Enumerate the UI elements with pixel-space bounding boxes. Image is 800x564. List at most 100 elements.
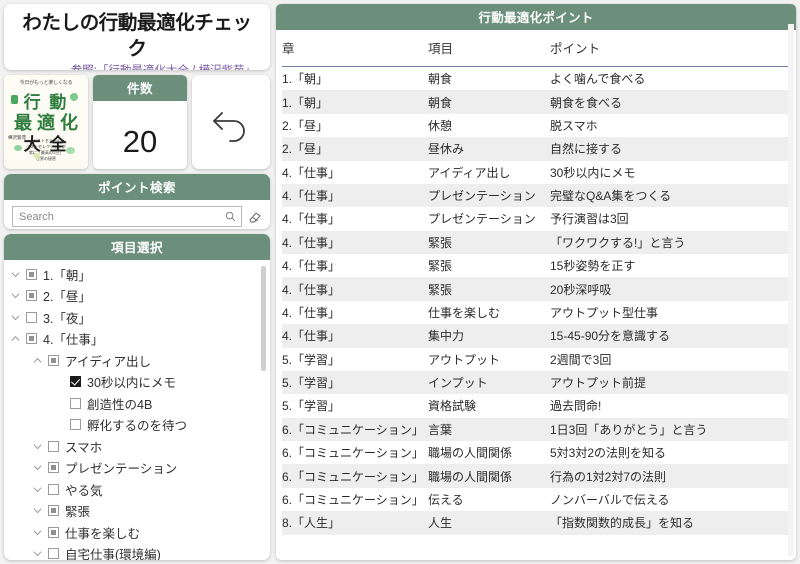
table-row[interactable]: 4.「仕事」 アイディア出し 30秒以内にメモ: [282, 161, 790, 184]
tree-item[interactable]: 4.「仕事」: [4, 328, 270, 350]
chevron-down-icon[interactable]: [8, 290, 23, 301]
tree-item-checkbox[interactable]: [45, 462, 61, 474]
points-table-wrap[interactable]: 章 項目 ポイント 1.「朝」 朝食 よく噛んで食べる 1.「朝」 朝食 朝食を食べる 2.…: [276, 30, 796, 560]
table-row[interactable]: 6.「コミュニケーション」 職場の人間関係 行為の1対2対7の法則: [282, 464, 790, 488]
magnifier-icon[interactable]: [225, 211, 236, 222]
table-row[interactable]: 1.「朝」 朝食 朝食を食べる: [282, 90, 790, 114]
tree-item-checkbox[interactable]: [45, 354, 61, 366]
checkbox-partial[interactable]: [47, 354, 59, 366]
cell-point: ノンバーバルで伝える: [550, 492, 670, 507]
tree-item-checkbox[interactable]: [45, 548, 61, 560]
checkbox-partial[interactable]: [25, 333, 37, 345]
table-scrollbar[interactable]: [788, 24, 794, 556]
table-row[interactable]: 6.「コミュニケーション」 言葉 1日3回「ありがとう」と言う: [282, 417, 790, 441]
tree-item-label: 創造性の4B: [87, 397, 153, 412]
table-header-row: 章 項目 ポイント: [282, 30, 790, 67]
tree-item-checkbox[interactable]: [23, 268, 39, 280]
tree-item-checkbox[interactable]: [23, 311, 39, 323]
tree-item-checkbox[interactable]: [45, 440, 61, 452]
checkbox-partial[interactable]: [47, 505, 59, 517]
tree-item-checkbox[interactable]: [67, 397, 83, 409]
checkbox-partial[interactable]: [25, 268, 37, 280]
tree-item[interactable]: 孵化するのを待つ: [4, 414, 270, 436]
cell-chapter: 6.「コミュニケーション」: [282, 492, 424, 507]
table-row[interactable]: 4.「仕事」 プレゼンテーション 予行演習は3回: [282, 207, 790, 230]
tree-item[interactable]: スマホ: [4, 436, 270, 458]
column-header-chapter[interactable]: 章: [282, 30, 428, 67]
checkbox-checked[interactable]: [69, 376, 81, 388]
tree-item[interactable]: 仕事を楽しむ: [4, 522, 270, 544]
tree-item[interactable]: 2.「昼」: [4, 285, 270, 307]
tree-item-checkbox[interactable]: [23, 333, 39, 345]
table-row[interactable]: 6.「コミュニケーション」 伝える ノンバーバルで伝える: [282, 488, 790, 511]
cell-chapter: 4.「仕事」: [282, 165, 341, 180]
tree-item-checkbox[interactable]: [67, 419, 83, 431]
table-row[interactable]: 4.「仕事」 集中力 15-45-90分を意識する: [282, 324, 790, 348]
chevron-down-icon[interactable]: [30, 548, 45, 559]
chevron-up-icon[interactable]: [30, 355, 45, 366]
cell-item: プレゼンテーション: [428, 212, 536, 227]
book-tagline: 今日がもっと楽しくなる: [19, 80, 73, 87]
reference-link[interactable]: 「行動最適化大全 / 樺沢紫苑」: [97, 65, 256, 71]
eraser-icon[interactable]: [248, 210, 262, 224]
tree-item-checkbox[interactable]: [23, 290, 39, 302]
table-row[interactable]: 4.「仕事」 仕事を楽しむ アウトプット型仕事: [282, 301, 790, 324]
tree-item-label: 孵化するのを待つ: [87, 419, 188, 434]
checkbox-unchecked[interactable]: [47, 548, 59, 560]
cell-chapter: 6.「コミュニケーション」: [282, 422, 424, 437]
tree-item[interactable]: 30秒以内にメモ: [4, 371, 270, 393]
checkbox-unchecked[interactable]: [47, 483, 59, 495]
table-row[interactable]: 4.「仕事」 プレゼンテーション 完璧なQ&A集をつくる: [282, 183, 790, 208]
chevron-down-icon[interactable]: [8, 269, 23, 280]
table-row[interactable]: 4.「仕事」 緊張 20秒深呼吸: [282, 277, 790, 301]
checkbox-partial[interactable]: [47, 462, 59, 474]
tree-item-checkbox[interactable]: [45, 505, 61, 517]
tree-list: 1.「朝」 2.「昼」 3.「夜」 4.「仕事」アイディア出し 30秒以内にメモ創造性の…: [4, 264, 270, 560]
chevron-down-icon[interactable]: [8, 312, 23, 323]
checkbox-unchecked[interactable]: [47, 440, 59, 452]
table-row[interactable]: 5.「学習」 インプット アウトプット前提: [282, 370, 790, 395]
chevron-down-icon[interactable]: [30, 484, 45, 495]
tree-item[interactable]: 自宅仕事(環境編): [4, 543, 270, 560]
chevron-up-icon[interactable]: [8, 333, 23, 344]
tree-item[interactable]: やる気: [4, 479, 270, 501]
tree-item-label: アイディア出し: [65, 354, 152, 369]
undo-button[interactable]: [192, 75, 270, 170]
table-row[interactable]: 2.「昼」 昼休み 自然に接する: [282, 137, 790, 161]
table-row[interactable]: 8.「人生」 人生 「指数関数的成長」を知る: [282, 511, 790, 535]
table-row[interactable]: 4.「仕事」 緊張 15秒姿勢を正す: [282, 254, 790, 277]
table-row[interactable]: 6.「コミュニケーション」 職場の人間関係 5対3対2の法則を知る: [282, 441, 790, 464]
checkbox-partial[interactable]: [25, 290, 37, 302]
tree-scroll-area[interactable]: 1.「朝」 2.「昼」 3.「夜」 4.「仕事」アイディア出し 30秒以内にメモ創造性の…: [4, 260, 270, 560]
tree-item[interactable]: 3.「夜」: [4, 307, 270, 329]
cell-item: 職場の人間関係: [428, 469, 513, 484]
tree-scrollbar[interactable]: [261, 264, 266, 560]
tree-item-checkbox[interactable]: [45, 483, 61, 495]
tree-item[interactable]: アイディア出し: [4, 350, 270, 372]
tree-item-checkbox[interactable]: [67, 376, 83, 388]
search-input-wrap[interactable]: [12, 206, 242, 228]
table-row[interactable]: 2.「昼」 休憩 脱スマホ: [282, 114, 790, 137]
table-row[interactable]: 1.「朝」 朝食 よく噛んで食べる: [282, 67, 790, 91]
checkbox-unchecked[interactable]: [25, 311, 37, 323]
checkbox-unchecked[interactable]: [69, 397, 81, 409]
table-row[interactable]: 5.「学習」 アウトプット 2週間で3回: [282, 348, 790, 371]
chevron-down-icon[interactable]: [30, 441, 45, 452]
chevron-down-icon[interactable]: [30, 505, 45, 516]
tree-item-checkbox[interactable]: [45, 526, 61, 538]
tree-item[interactable]: 創造性の4B: [4, 393, 270, 415]
table-row[interactable]: 4.「仕事」 緊張 「ワクワクする!」と言う: [282, 230, 790, 254]
search-input[interactable]: [13, 207, 241, 227]
tree-item[interactable]: プレゼンテーション: [4, 457, 270, 479]
chevron-down-icon[interactable]: [30, 462, 45, 473]
table-row[interactable]: 5.「学習」 資格試験 過去問命!: [282, 394, 790, 417]
checkbox-unchecked[interactable]: [69, 419, 81, 431]
tree-item[interactable]: 緊張: [4, 500, 270, 522]
column-header-item[interactable]: 項目: [428, 30, 550, 67]
tree-scrollbar-thumb[interactable]: [261, 265, 266, 371]
checkbox-partial[interactable]: [47, 526, 59, 538]
chevron-down-icon[interactable]: [30, 527, 45, 538]
cell-point: 1日3回「ありがとう」と言う: [550, 422, 708, 437]
tree-item[interactable]: 1.「朝」: [4, 264, 270, 286]
column-header-point[interactable]: ポイント: [550, 30, 790, 67]
